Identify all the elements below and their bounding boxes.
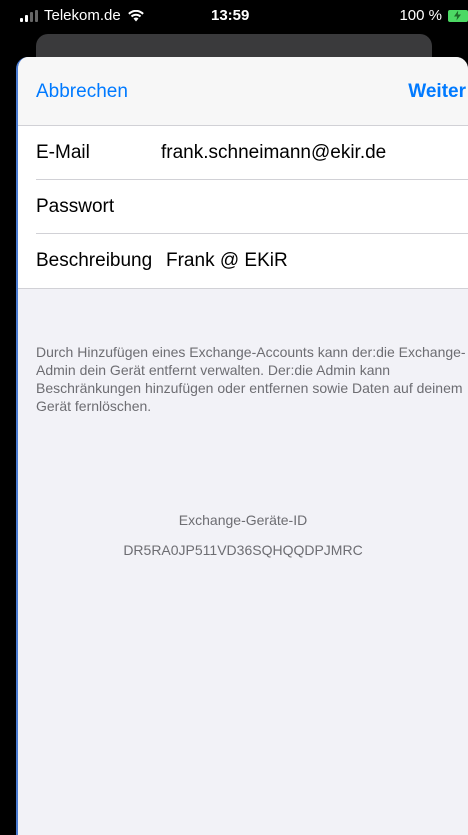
battery-percent: 100 % bbox=[399, 7, 442, 24]
next-button[interactable]: Weiter bbox=[408, 81, 466, 103]
wifi-icon bbox=[127, 9, 144, 21]
status-right: 100 % bbox=[399, 7, 468, 24]
carrier-name: Telekom.de bbox=[44, 7, 121, 24]
battery-charging-icon bbox=[448, 9, 468, 22]
status-bar: Telekom.de 13:59 100 % bbox=[0, 0, 468, 34]
description-row[interactable]: Beschreibung Frank @ EKiR bbox=[18, 234, 468, 288]
device-id-value: DR5RA0JP511VD36SQHQQDPJMRC bbox=[123, 542, 363, 558]
navigation-bar: Abbrechen Weiter bbox=[18, 57, 468, 126]
password-label: Passwort bbox=[36, 196, 115, 217]
email-row[interactable]: E-Mail frank.schneimann@ekir.de bbox=[18, 126, 468, 180]
description-field[interactable]: Frank @ EKiR bbox=[166, 250, 456, 272]
status-time: 13:59 bbox=[211, 7, 250, 24]
email-field[interactable]: frank.schneimann@ekir.de bbox=[161, 142, 461, 164]
email-label: E-Mail bbox=[36, 142, 90, 163]
password-row[interactable]: Passwort bbox=[18, 180, 468, 234]
account-form: E-Mail frank.schneimann@ekir.de Passwort… bbox=[18, 126, 468, 289]
cancel-button[interactable]: Abbrechen bbox=[36, 81, 128, 103]
description-label: Beschreibung bbox=[36, 250, 153, 271]
device-id-label: Exchange-Geräte-ID bbox=[178, 512, 308, 528]
status-left: Telekom.de bbox=[20, 7, 144, 24]
exchange-info-text: Durch Hinzufügen eines Exchange-Accounts… bbox=[36, 344, 466, 414]
signal-icon bbox=[20, 9, 38, 22]
account-sheet: Abbrechen Weiter E-Mail frank.schneimann… bbox=[16, 57, 468, 835]
